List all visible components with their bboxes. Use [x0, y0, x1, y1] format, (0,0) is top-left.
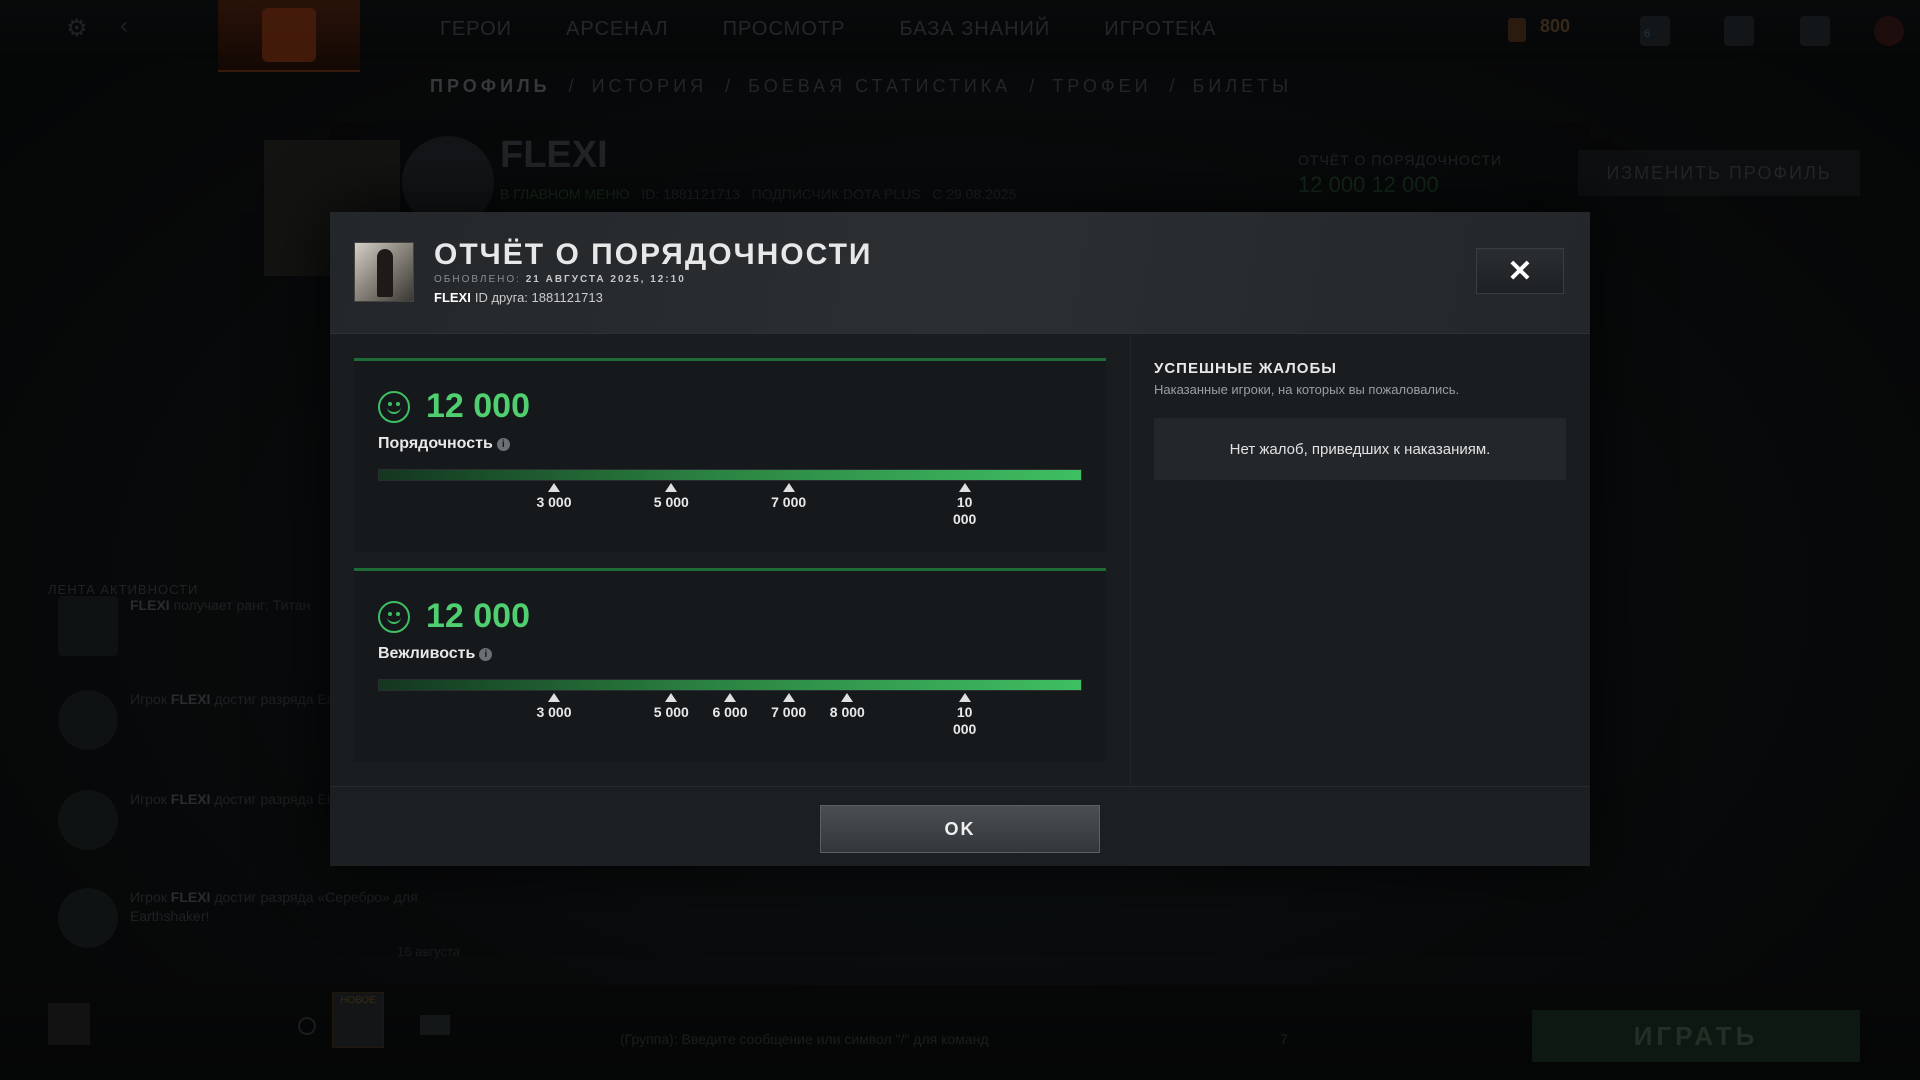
tick-label: 3 000 [536, 704, 572, 720]
complaints-empty-message: Нет жалоб, приведших к наказаниям. [1154, 418, 1566, 480]
tick-marker-icon [548, 693, 560, 702]
conduct-progress-fill [379, 470, 1081, 480]
dialog-title: ОТЧЁТ О ПОРЯДОЧНОСТИ [434, 238, 873, 271]
smile-icon [378, 601, 410, 633]
politeness-progress-bar [378, 679, 1082, 691]
threshold-tick: 6 000 [700, 693, 760, 721]
tick-marker-icon [724, 693, 736, 702]
tick-marker-icon [958, 483, 971, 492]
tick-label: 8 000 [829, 704, 865, 720]
threshold-tick: 5 000 [641, 693, 701, 721]
conduct-progress-bar [378, 469, 1082, 481]
tick-marker-icon [548, 483, 560, 492]
threshold-tick: 10 000 [935, 693, 995, 738]
tick-label: 5 000 [653, 494, 689, 510]
dialog-header: ОТЧЁТ О ПОРЯДОЧНОСТИ ОБНОВЛЕНО: 21 АВГУС… [330, 212, 1590, 334]
tick-marker-icon [782, 693, 795, 702]
tick-marker-icon [841, 693, 854, 702]
conduct-report-dialog: ОТЧЁТ О ПОРЯДОЧНОСТИ ОБНОВЛЕНО: 21 АВГУС… [330, 212, 1590, 866]
tick-marker-icon [958, 693, 971, 702]
dialog-body: 12 000 Порядочность i 3 000 5 000 7 000 10 0… [330, 334, 1590, 794]
threshold-tick: 7 000 [759, 483, 819, 511]
close-button[interactable]: ✕ [1476, 248, 1564, 294]
ok-button[interactable]: OK [820, 805, 1100, 853]
tick-label: 6 000 [712, 704, 748, 720]
conduct-score-value: 12 000 [426, 387, 530, 425]
conduct-score-label: Порядочность i [378, 435, 510, 453]
dialog-footer: OK [330, 786, 1590, 866]
threshold-tick: 7 000 [759, 693, 819, 721]
dialog-divider [1130, 334, 1131, 794]
tick-label: 10 000 [952, 494, 977, 527]
user-name: FLEXI [434, 290, 471, 305]
tick-label: 7 000 [771, 704, 807, 720]
complaints-subtitle: Наказанные игроки, на которых вы пожалов… [1154, 382, 1460, 397]
tick-marker-icon [782, 483, 795, 492]
updated-value: 21 АВГУСТА 2025, 12:10 [525, 274, 686, 285]
politeness-score-card: 12 000 Вежливость i 3 000 5 000 6 000 7 000 8… [354, 568, 1106, 762]
player-avatar [354, 242, 414, 302]
tick-label: 3 000 [536, 494, 572, 510]
conduct-score-card: 12 000 Порядочность i 3 000 5 000 7 000 10 0… [354, 358, 1106, 552]
tick-marker-icon [665, 483, 678, 492]
politeness-progress-fill [379, 680, 1081, 690]
politeness-score-value: 12 000 [426, 597, 530, 635]
politeness-score-label: Вежливость i [378, 645, 493, 663]
user-line: FLEXI ID друга: 1881121713 [434, 290, 603, 305]
threshold-tick: 8 000 [817, 693, 877, 721]
threshold-tick: 3 000 [524, 483, 584, 511]
updated-line: ОБНОВЛЕНО: 21 АВГУСТА 2025, 12:10 [434, 274, 686, 285]
info-icon[interactable]: i [496, 438, 510, 451]
tick-label: 10 000 [952, 704, 977, 737]
complaints-title: УСПЕШНЫЕ ЖАЛОБЫ [1154, 360, 1337, 377]
info-icon[interactable]: i [479, 648, 493, 661]
threshold-tick: 5 000 [641, 483, 701, 511]
tick-label: 7 000 [771, 494, 807, 510]
smile-icon [378, 391, 410, 423]
threshold-tick: 10 000 [935, 483, 995, 528]
tick-marker-icon [665, 693, 678, 702]
updated-label: ОБНОВЛЕНО: [434, 274, 521, 285]
friend-id: ID друга: 1881121713 [474, 290, 603, 305]
tick-label: 5 000 [653, 704, 689, 720]
threshold-tick: 3 000 [524, 693, 584, 721]
